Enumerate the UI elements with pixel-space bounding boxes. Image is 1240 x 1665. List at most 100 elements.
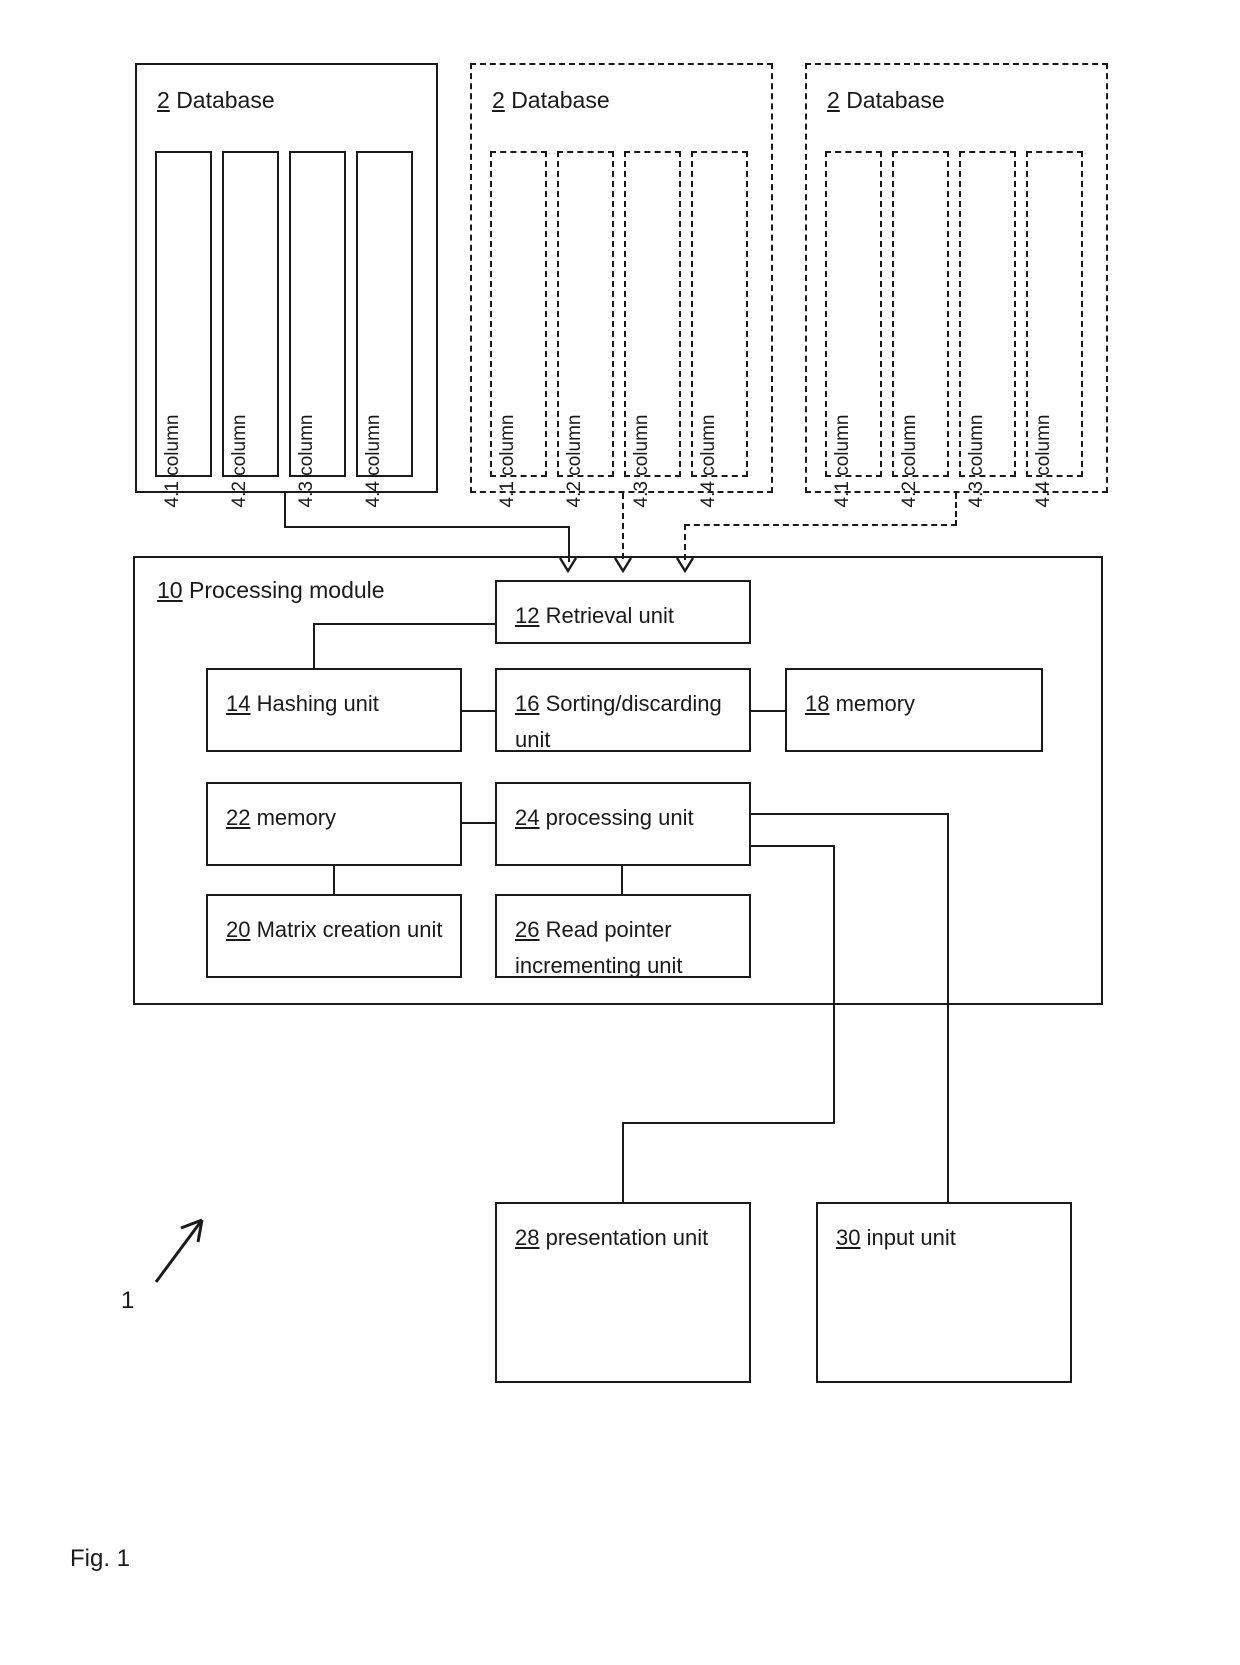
connector-processing-to-presentation-v bbox=[833, 845, 835, 1124]
database-2-column-3-label: 4.3 column bbox=[630, 414, 652, 508]
memory-unit-22: 22 memory bbox=[206, 782, 462, 866]
database-2-column-3: 4.3 column bbox=[624, 151, 681, 507]
presentation-unit-text: presentation unit bbox=[545, 1225, 709, 1250]
presentation-unit: 28 presentation unit bbox=[495, 1202, 751, 1383]
presentation-unit-ref: 28 bbox=[515, 1225, 540, 1250]
database-3-ref: 2 bbox=[827, 87, 840, 113]
database-3-title: 2 Database bbox=[827, 87, 945, 113]
database-1-label: Database bbox=[176, 87, 275, 113]
hashing-unit-label: 14 Hashing unit bbox=[226, 686, 450, 722]
connector-db1-seg-right bbox=[284, 526, 570, 528]
database-2-ref: 2 bbox=[492, 87, 505, 113]
database-3-column-2-label: 4.2 column bbox=[898, 414, 920, 508]
database-1-column-1-label: 4.1 column bbox=[161, 414, 183, 508]
read-pointer-incrementing-unit-ref: 26 bbox=[515, 917, 540, 942]
database-2-column-4-label: 4.4 column bbox=[697, 414, 719, 508]
database-2-column-2: 4.2 column bbox=[557, 151, 614, 507]
presentation-unit-label: 28 presentation unit bbox=[515, 1220, 739, 1256]
database-2-column-2-label: 4.2 column bbox=[563, 414, 585, 508]
retrieval-unit-text: Retrieval unit bbox=[545, 603, 674, 628]
connector-retrieval-to-hashing-h bbox=[313, 623, 496, 625]
memory-unit-22-label: 22 memory bbox=[226, 800, 450, 836]
processing-unit-24: 24 processing unit bbox=[495, 782, 751, 866]
hashing-unit-text: Hashing unit bbox=[256, 691, 379, 716]
memory-unit-22-text: memory bbox=[256, 805, 337, 830]
matrix-creation-unit-text: Matrix creation unit bbox=[256, 917, 443, 942]
memory-unit-18-text: memory bbox=[835, 691, 916, 716]
database-3-column-2: 4.2 column bbox=[892, 151, 949, 507]
connector-processing-to-presentation-h2 bbox=[622, 1122, 835, 1124]
database-1-column-3-label: 4.3 column bbox=[295, 414, 317, 508]
database-1-column-2-label: 4.2 column bbox=[228, 414, 250, 508]
connector-db3-seg-left bbox=[684, 524, 957, 526]
sorting-discarding-unit: 16 Sorting/discarding unit bbox=[495, 668, 751, 752]
connector-processing-to-presentation-v2 bbox=[622, 1122, 624, 1203]
retrieval-unit-label: 12 Retrieval unit bbox=[515, 598, 739, 634]
processing-unit-24-ref: 24 bbox=[515, 805, 540, 830]
read-pointer-incrementing-unit-text: Read pointer incrementing unit bbox=[515, 917, 683, 978]
input-unit: 30 input unit bbox=[816, 1202, 1072, 1383]
sorting-discarding-unit-label: 16 Sorting/discarding unit bbox=[515, 686, 739, 758]
database-1-column-4-label: 4.4 column bbox=[362, 414, 384, 508]
system-reference-arrow-icon bbox=[150, 1212, 212, 1293]
figure-canvas: 2 Database 4.1 column 4.2 column 4.3 col… bbox=[0, 0, 1240, 1665]
connector-memory22-to-matrix bbox=[333, 866, 335, 894]
connector-memory22-to-processing bbox=[460, 822, 495, 824]
retrieval-unit: 12 Retrieval unit bbox=[495, 580, 751, 644]
sorting-discarding-unit-ref: 16 bbox=[515, 691, 540, 716]
connector-hashing-to-sorting bbox=[460, 710, 495, 712]
system-reference-number: 1 bbox=[121, 1287, 135, 1314]
database-1-ref: 2 bbox=[157, 87, 170, 113]
processing-unit-24-text: processing unit bbox=[545, 805, 694, 830]
connector-db3-seg-down2 bbox=[684, 524, 686, 560]
processing-module-title: 10 Processing module bbox=[157, 576, 385, 604]
database-1-column-1: 4.1 column bbox=[155, 151, 212, 507]
database-2-column-4: 4.4 column bbox=[691, 151, 748, 507]
connector-processing-to-input-h bbox=[751, 813, 949, 815]
input-unit-ref: 30 bbox=[836, 1225, 861, 1250]
input-unit-label: 30 input unit bbox=[836, 1220, 1060, 1256]
database-3: 2 Database 4.1 column 4.2 column 4.3 col… bbox=[805, 63, 1108, 507]
processing-module-label: Processing module bbox=[188, 577, 385, 603]
database-1: 2 Database 4.1 column 4.2 column 4.3 col… bbox=[135, 63, 438, 507]
database-3-column-3-label: 4.3 column bbox=[965, 414, 987, 508]
hashing-unit-ref: 14 bbox=[226, 691, 251, 716]
hashing-unit: 14 Hashing unit bbox=[206, 668, 462, 752]
database-3-column-4-label: 4.4 column bbox=[1032, 414, 1054, 508]
database-1-column-4: 4.4 column bbox=[356, 151, 413, 507]
matrix-creation-unit-ref: 20 bbox=[226, 917, 251, 942]
memory-unit-22-ref: 22 bbox=[226, 805, 251, 830]
connector-retrieval-to-hashing-v bbox=[313, 623, 315, 669]
read-pointer-incrementing-unit: 26 Read pointer incrementing unit bbox=[495, 894, 751, 978]
connector-sorting-to-memory18 bbox=[750, 710, 786, 712]
connector-processing-to-presentation-h1 bbox=[751, 845, 835, 847]
database-2-label: Database bbox=[511, 87, 610, 113]
connector-db1-seg-down bbox=[284, 493, 286, 528]
database-1-column-3: 4.3 column bbox=[289, 151, 346, 507]
memory-unit-18-ref: 18 bbox=[805, 691, 830, 716]
matrix-creation-unit-label: 20 Matrix creation unit bbox=[226, 912, 450, 948]
database-1-column-2: 4.2 column bbox=[222, 151, 279, 507]
connector-processing-to-input-v bbox=[947, 813, 949, 1203]
database-3-column-3: 4.3 column bbox=[959, 151, 1016, 507]
database-2-column-1-label: 4.1 column bbox=[496, 414, 518, 508]
read-pointer-incrementing-unit-label: 26 Read pointer incrementing unit bbox=[515, 912, 739, 984]
memory-unit-18-label: 18 memory bbox=[805, 686, 1031, 722]
retrieval-unit-ref: 12 bbox=[515, 603, 540, 628]
database-3-column-1-label: 4.1 column bbox=[831, 414, 853, 508]
figure-caption: Fig. 1 bbox=[70, 1545, 131, 1572]
connector-db2-seg-down bbox=[622, 493, 624, 559]
database-3-column-1: 4.1 column bbox=[825, 151, 882, 507]
processing-module-ref: 10 bbox=[157, 577, 183, 603]
memory-unit-18: 18 memory bbox=[785, 668, 1043, 752]
database-2-column-1: 4.1 column bbox=[490, 151, 547, 507]
database-1-title: 2 Database bbox=[157, 87, 275, 113]
input-unit-text: input unit bbox=[866, 1225, 956, 1250]
connector-processing-to-readpointer bbox=[621, 866, 623, 894]
matrix-creation-unit: 20 Matrix creation unit bbox=[206, 894, 462, 978]
connector-db3-seg-down bbox=[955, 493, 957, 526]
database-2-title: 2 Database bbox=[492, 87, 610, 113]
sorting-discarding-unit-text: Sorting/discarding unit bbox=[515, 691, 722, 752]
database-2: 2 Database 4.1 column 4.2 column 4.3 col… bbox=[470, 63, 773, 507]
processing-unit-24-label: 24 processing unit bbox=[515, 800, 739, 836]
